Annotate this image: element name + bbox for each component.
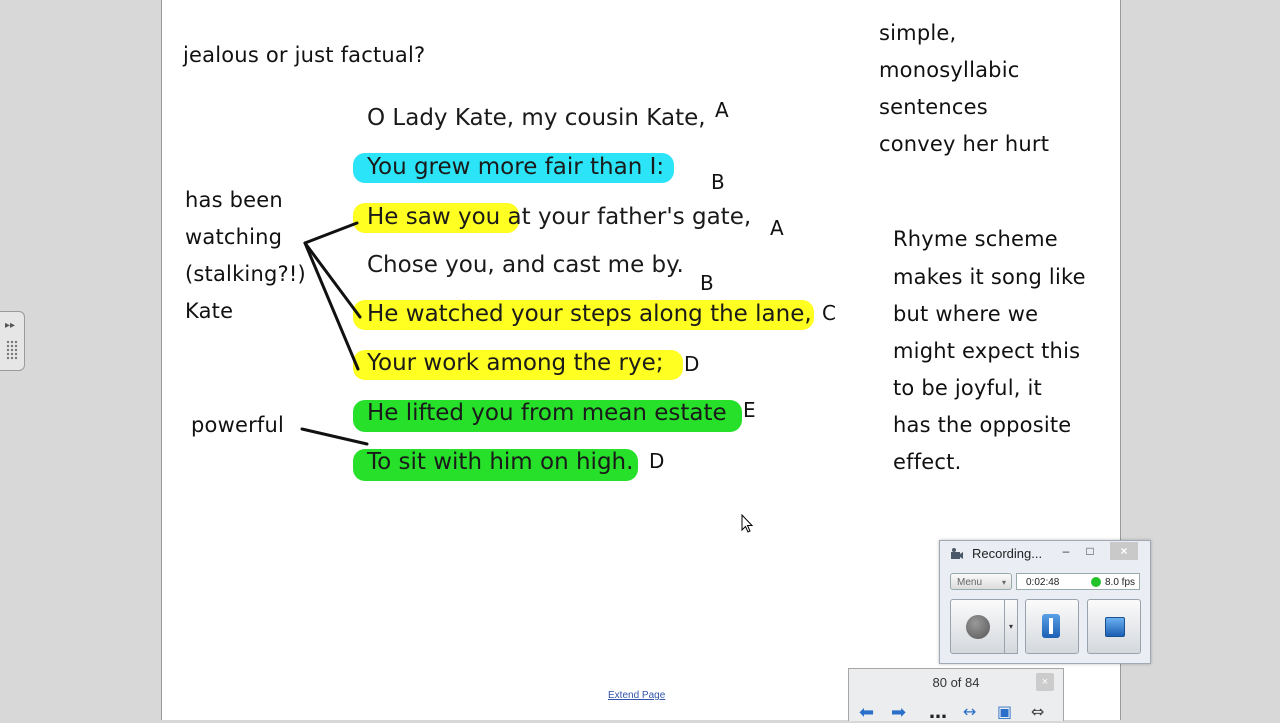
powerful-note: powerful <box>191 413 285 437</box>
record-icon <box>966 615 990 639</box>
close-button[interactable]: × <box>1110 542 1138 560</box>
rhyme-mark-1: A <box>715 98 729 122</box>
recording-window[interactable]: Recording... – □ × Menu ▾ 0:02:48 8.0 fp… <box>939 540 1151 664</box>
poem-line-5: He watched your steps along the lane, <box>367 301 812 327</box>
pause-button[interactable] <box>1025 599 1079 654</box>
rhyme-note-6: has the opposite <box>893 413 1072 437</box>
rhyme-mark-4: B <box>700 271 714 295</box>
record-options-dropdown[interactable]: ▾ <box>1004 599 1018 654</box>
fps-readout: 8.0 fps <box>1105 577 1136 588</box>
rhyme-mark-2: B <box>711 170 725 194</box>
page-navigator: 80 of 84 × ⬅ ➡ … ↔ ▣ ⇔ <box>848 668 1064 723</box>
menu-label: Menu <box>957 577 983 588</box>
expand-arrows-icon[interactable]: ▸▸ <box>5 320 15 331</box>
menu-dropdown[interactable]: Menu ▾ <box>950 573 1012 590</box>
stop-button[interactable] <box>1087 599 1141 654</box>
chevron-down-icon: ▾ <box>1001 578 1006 587</box>
poem-line-1: O Lady Kate, my cousin Kate, <box>367 105 706 131</box>
simple-note-4: convey her hurt <box>879 132 1050 156</box>
record-button[interactable] <box>950 599 1006 654</box>
page-width-icon[interactable]: ↔ <box>963 702 976 721</box>
rhyme-note-7: effect. <box>893 450 962 474</box>
rhyme-mark-8: D <box>649 449 665 473</box>
poem-line-2: You grew more fair than I: <box>367 154 665 180</box>
recorder-app-icon <box>951 548 963 559</box>
line-to-saw <box>303 221 359 245</box>
elapsed-time: 0:02:48 <box>1026 577 1060 588</box>
resize-icon[interactable]: ⇔ <box>1031 702 1044 721</box>
watching-note-2: watching <box>185 225 283 249</box>
rhyme-mark-3: A <box>770 216 784 240</box>
simple-note-1: simple, <box>879 21 957 45</box>
extend-page-link[interactable]: Extend Page <box>608 690 665 701</box>
line-to-watched <box>303 241 362 319</box>
rhyme-mark-7: E <box>743 398 756 422</box>
rhyme-note-5: to be joyful, it <box>893 376 1042 400</box>
question-note: jealous or just factual? <box>183 43 426 67</box>
poem-line-8: To sit with him on high. <box>367 449 634 475</box>
pause-icon <box>1042 614 1060 638</box>
watching-note-3: (stalking?!) <box>185 262 306 286</box>
poem-line-7: He lifted you from mean estate <box>367 400 727 426</box>
rhyme-note-4: might expect this <box>893 339 1081 363</box>
simple-note-2: monosyllabic <box>879 58 1020 82</box>
poem-line-3: He saw you at your father's gate, <box>367 204 752 230</box>
timer-display: 0:02:48 8.0 fps <box>1016 573 1140 590</box>
watching-note-1: has been <box>185 188 283 212</box>
poem-line-6: Your work among the rye; <box>367 350 664 376</box>
page-counter: 80 of 84 <box>932 675 980 690</box>
maximize-button[interactable]: □ <box>1076 542 1104 560</box>
grip-icon <box>6 340 18 360</box>
rhyme-note-3: but where we <box>893 302 1039 326</box>
mouse-cursor-icon <box>741 514 754 533</box>
line-to-work <box>303 241 360 371</box>
screen-icon[interactable]: ▣ <box>997 702 1012 721</box>
line-to-lifted <box>300 427 369 446</box>
side-panel-handle[interactable]: ▸▸ <box>0 311 25 371</box>
rhyme-note-2: makes it song like <box>893 265 1086 289</box>
recording-title: Recording... <box>972 546 1043 561</box>
rhyme-mark-6: D <box>684 352 700 376</box>
status-indicator-icon <box>1091 577 1101 587</box>
simple-note-3: sentences <box>879 95 988 119</box>
stop-icon <box>1105 617 1125 637</box>
rhyme-mark-5: C <box>822 301 836 325</box>
poem-line-4: Chose you, and cast me by. <box>367 252 684 278</box>
watching-note-4: Kate <box>185 299 234 323</box>
rhyme-note-1: Rhyme scheme <box>893 227 1058 251</box>
navigator-close-button[interactable]: × <box>1036 673 1054 691</box>
